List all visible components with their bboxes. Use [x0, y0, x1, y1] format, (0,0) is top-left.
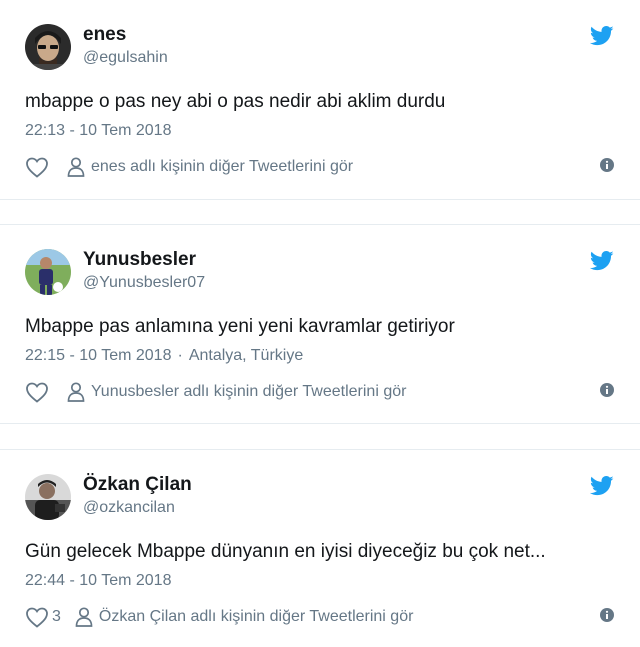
avatar[interactable]	[25, 474, 71, 520]
heart-icon[interactable]	[25, 156, 49, 178]
person-icon	[67, 382, 85, 402]
info-icon[interactable]	[600, 158, 614, 172]
tweet-timestamp[interactable]: 22:44 - 10 Tem 2018	[25, 572, 171, 589]
tweet-text: Gün gelecek Mbappe dünyanın en iyisi diy…	[25, 541, 546, 562]
tweet-meta: 22:13 - 10 Tem 2018	[25, 122, 171, 140]
separator-dot: ·	[177, 347, 183, 364]
tweet-text: mbappe o pas ney abi o pas nedir abi akl…	[25, 91, 446, 112]
twitter-bird-icon[interactable]	[590, 251, 614, 271]
tweet-timestamp[interactable]: 22:13 - 10 Tem 2018	[25, 122, 171, 139]
tweet-card[interactable]: Yunusbesler @Yunusbesler07 Mbappe pas an…	[0, 224, 640, 424]
twitter-bird-icon[interactable]	[590, 476, 614, 496]
tweet-card[interactable]: enes @egulsahin mbappe o pas ney abi o p…	[0, 0, 640, 200]
tweet-actions: 3 Özkan Çilan adlı kişinin diğer Tweetle…	[25, 604, 413, 630]
tweet-location[interactable]: Antalya, Türkiye	[189, 347, 303, 364]
more-tweets-link[interactable]: Yunusbesler adlı kişinin diğer Tweetleri…	[91, 383, 406, 401]
tweet-meta: 22:15 - 10 Tem 2018 · Antalya, Türkiye	[25, 347, 303, 365]
tweet-meta: 22:44 - 10 Tem 2018	[25, 572, 171, 590]
tweet-feed: enes @egulsahin mbappe o pas ney abi o p…	[0, 0, 640, 647]
author-name[interactable]: enes	[83, 24, 126, 46]
tweet-card[interactable]: Özkan Çilan @ozkancilan Gün gelecek Mbap…	[0, 449, 640, 647]
person-icon	[75, 607, 93, 627]
tweet-actions: enes adlı kişinin diğer Tweetlerini gör	[25, 154, 353, 180]
more-tweets-link[interactable]: Özkan Çilan adlı kişinin diğer Tweetleri…	[99, 608, 414, 626]
heart-icon[interactable]	[25, 606, 49, 628]
author-handle[interactable]: @egulsahin	[83, 49, 168, 67]
author-name[interactable]: Özkan Çilan	[83, 474, 192, 496]
heart-icon[interactable]	[25, 381, 49, 403]
like-count[interactable]: 3	[52, 608, 61, 626]
avatar[interactable]	[25, 249, 71, 295]
author-handle[interactable]: @Yunusbesler07	[83, 274, 205, 292]
tweet-timestamp[interactable]: 22:15 - 10 Tem 2018	[25, 347, 171, 364]
twitter-bird-icon[interactable]	[590, 26, 614, 46]
info-icon[interactable]	[600, 383, 614, 397]
tweet-actions: Yunusbesler adlı kişinin diğer Tweetleri…	[25, 379, 406, 405]
person-icon	[67, 157, 85, 177]
avatar[interactable]	[25, 24, 71, 70]
author-handle[interactable]: @ozkancilan	[83, 499, 175, 517]
tweet-text: Mbappe pas anlamına yeni yeni kavramlar …	[25, 316, 455, 337]
more-tweets-link[interactable]: enes adlı kişinin diğer Tweetlerini gör	[91, 158, 353, 176]
info-icon[interactable]	[600, 608, 614, 622]
author-name[interactable]: Yunusbesler	[83, 249, 196, 271]
